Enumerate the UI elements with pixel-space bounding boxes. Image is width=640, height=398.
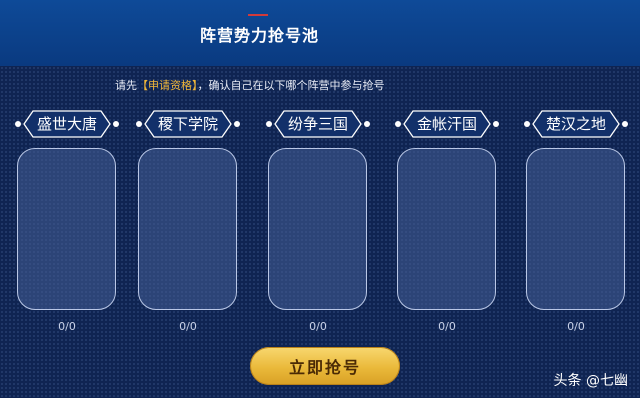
faction-label-badge: 稷下学院 <box>136 110 240 138</box>
faction-card[interactable] <box>17 148 116 310</box>
badge-dot-left <box>15 121 21 127</box>
faction-label-badge: 楚汉之地 <box>524 110 628 138</box>
faction-count: 0/0 <box>58 320 76 333</box>
faction-column: 金帐汗国 0/0 <box>395 110 499 333</box>
faction-name: 楚汉之地 <box>545 115 606 133</box>
badge-dot-left <box>266 121 272 127</box>
badge-dot-right <box>493 121 499 127</box>
badge-dot-left <box>136 121 142 127</box>
faction-card[interactable] <box>397 148 496 310</box>
faction-card[interactable] <box>526 148 625 310</box>
faction-card[interactable] <box>268 148 367 310</box>
badge-dot-left <box>524 121 530 127</box>
faction-count: 0/0 <box>438 320 456 333</box>
faction-label-badge: 纷争三国 <box>266 110 370 138</box>
faction-count: 0/0 <box>179 320 197 333</box>
faction-label-badge: 盛世大唐 <box>15 110 119 138</box>
faction-name: 稷下学院 <box>157 115 218 133</box>
badge-dot-right <box>113 121 119 127</box>
instruction-prefix: 请先 <box>115 79 137 92</box>
instruction-text: 请先【申请资格】，确认自己在以下哪个阵营中参与抢号 <box>115 77 385 93</box>
faction-count: 0/0 <box>309 320 327 333</box>
faction-name: 金帐汗国 <box>416 115 477 133</box>
faction-column: 楚汉之地 0/0 <box>524 110 628 333</box>
header-bar: 阵营势力抢号池 <box>0 0 640 66</box>
faction-card[interactable] <box>138 148 237 310</box>
page-title: 阵营势力抢号池 <box>200 26 320 45</box>
faction-name: 纷争三国 <box>287 115 348 133</box>
badge-dot-left <box>395 121 401 127</box>
grab-number-button[interactable]: 立即抢号 <box>250 347 400 385</box>
header-accent-line <box>248 14 268 16</box>
instruction-suffix: ，确认自己在以下哪个阵营中参与抢号 <box>197 79 385 92</box>
badge-dot-right <box>364 121 370 127</box>
apply-qualification-link[interactable]: 【申请资格】 <box>137 79 198 92</box>
faction-column: 纷争三国 0/0 <box>266 110 370 333</box>
faction-column: 盛世大唐 0/0 <box>15 110 119 333</box>
faction-column: 稷下学院 0/0 <box>136 110 240 333</box>
faction-name: 盛世大唐 <box>36 115 97 133</box>
badge-dot-right <box>622 121 628 127</box>
watermark-text: 头条 @七幽 <box>553 373 628 389</box>
badge-dot-right <box>234 121 240 127</box>
faction-count: 0/0 <box>567 320 585 333</box>
faction-label-badge: 金帐汗国 <box>395 110 499 138</box>
